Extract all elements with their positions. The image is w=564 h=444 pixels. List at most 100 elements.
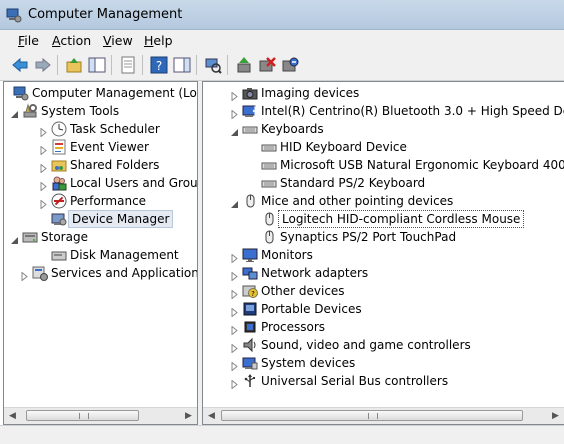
left-tree-item[interactable]: Services and Applications bbox=[4, 264, 197, 282]
collapsed-arrow-icon[interactable] bbox=[230, 268, 239, 282]
scroll-right-arrow-icon[interactable]: ▶ bbox=[180, 408, 197, 424]
menu-help[interactable]: Help bbox=[144, 33, 173, 48]
left-tree-item-label: Device Manager bbox=[68, 210, 174, 228]
menu-bar: File Action View Help bbox=[0, 30, 564, 50]
left-tree-item[interactable]: Computer Management (Local bbox=[4, 84, 197, 102]
back-arrow-icon[interactable] bbox=[11, 56, 29, 74]
scrollbar-thumb[interactable] bbox=[26, 410, 139, 421]
left-tree-item-label: Event Viewer bbox=[70, 140, 149, 154]
right-tree-item[interactable]: Standard PS/2 Keyboard bbox=[203, 174, 564, 192]
collapsed-arrow-icon[interactable] bbox=[230, 358, 239, 372]
left-tree-item[interactable]: Storage bbox=[4, 228, 197, 246]
toolbar: ? bbox=[0, 50, 564, 81]
update-driver-icon[interactable] bbox=[235, 56, 253, 74]
right-tree-item[interactable]: Synaptics PS/2 Port TouchPad bbox=[203, 228, 564, 246]
right-tree-item[interactable]: Portable Devices bbox=[203, 300, 564, 318]
toolbar-separator bbox=[57, 55, 58, 75]
left-tree-item[interactable]: Performance bbox=[4, 192, 197, 210]
right-tree-item-label: Microsoft USB Natural Ergonomic Keyboard… bbox=[280, 158, 564, 172]
left-tree-item[interactable]: Task Scheduler bbox=[4, 120, 197, 138]
grip-icon bbox=[368, 413, 378, 419]
collapsed-arrow-icon[interactable] bbox=[230, 106, 239, 120]
collapsed-arrow-icon[interactable] bbox=[230, 340, 239, 354]
toolbar-separator bbox=[227, 55, 228, 75]
collapsed-arrow-icon[interactable] bbox=[230, 88, 239, 102]
right-tree-item[interactable]: ? Other devices bbox=[203, 282, 564, 300]
grip-icon bbox=[78, 413, 89, 419]
right-tree-item[interactable]: Logitech HID-compliant Cordless Mouse bbox=[203, 210, 564, 228]
left-tree-item-label: Shared Folders bbox=[70, 158, 160, 172]
clock-icon bbox=[51, 121, 67, 137]
right-tree-item[interactable]: Keyboards bbox=[203, 120, 564, 138]
uninstall-device-icon[interactable] bbox=[258, 56, 276, 74]
speaker-icon bbox=[242, 337, 258, 353]
scroll-left-arrow-icon[interactable]: ◀ bbox=[4, 408, 21, 424]
left-tree-item[interactable]: Device Manager bbox=[4, 210, 197, 228]
mouse-icon bbox=[261, 229, 277, 245]
left-tree-item-label: Storage bbox=[41, 230, 88, 244]
left-tree-item[interactable]: Disk Management bbox=[4, 246, 197, 264]
expanded-arrow-icon[interactable] bbox=[230, 124, 239, 136]
right-tree-item-label: Universal Serial Bus controllers bbox=[261, 374, 449, 388]
help-icon[interactable]: ? bbox=[150, 56, 168, 74]
right-tree-item[interactable]: Universal Serial Bus controllers bbox=[203, 372, 564, 390]
console-tree-pane: ◀ ▶ Computer Management (Local System Too… bbox=[3, 81, 198, 425]
scroll-left-arrow-icon[interactable]: ◀ bbox=[203, 408, 220, 424]
collapsed-arrow-icon[interactable] bbox=[230, 286, 239, 300]
collapsed-arrow-icon[interactable] bbox=[39, 160, 48, 174]
right-horizontal-scrollbar[interactable]: ◀ ▶ bbox=[203, 407, 564, 424]
left-horizontal-scrollbar[interactable]: ◀ ▶ bbox=[4, 407, 197, 424]
right-tree-item[interactable]: System devices bbox=[203, 354, 564, 372]
menu-file[interactable]: File bbox=[18, 33, 39, 48]
collapsed-arrow-icon[interactable] bbox=[230, 250, 239, 264]
expanded-arrow-icon[interactable] bbox=[10, 232, 19, 244]
left-tree-item-label: System Tools bbox=[41, 104, 120, 118]
toolbar-separator bbox=[196, 55, 197, 75]
right-tree-item[interactable]: Sound, video and game controllers bbox=[203, 336, 564, 354]
left-tree-item[interactable]: Event Viewer bbox=[4, 138, 197, 156]
right-tree-item[interactable]: Monitors bbox=[203, 246, 564, 264]
collapsed-arrow-icon[interactable] bbox=[20, 268, 29, 282]
collapsed-arrow-icon[interactable] bbox=[230, 322, 239, 336]
expanded-arrow-icon[interactable] bbox=[230, 196, 239, 208]
right-tree-item-label: Processors bbox=[261, 320, 326, 334]
svg-text:?: ? bbox=[251, 290, 255, 298]
right-tree-item[interactable]: Mice and other pointing devices bbox=[203, 192, 564, 210]
right-tree-item[interactable]: HID Keyboard Device bbox=[203, 138, 564, 156]
disable-device-icon[interactable] bbox=[281, 56, 299, 74]
scrollbar-thumb[interactable] bbox=[221, 410, 523, 421]
expanded-arrow-icon[interactable] bbox=[10, 106, 19, 118]
right-tree-item[interactable]: Network adapters bbox=[203, 264, 564, 282]
up-folder-icon[interactable] bbox=[65, 56, 83, 74]
right-tree-item-label: Mice and other pointing devices bbox=[261, 194, 454, 208]
right-tree-item[interactable]: Microsoft USB Natural Ergonomic Keyboard… bbox=[203, 156, 564, 174]
right-tree-item[interactable]: Intel(R) Centrino(R) Bluetooth 3.0 + Hig… bbox=[203, 102, 564, 120]
forward-arrow-icon[interactable] bbox=[34, 56, 52, 74]
usb-icon bbox=[242, 373, 258, 389]
menu-label-rest: ile bbox=[24, 33, 39, 48]
collapsed-arrow-icon[interactable] bbox=[39, 142, 48, 156]
left-tree-item[interactable]: Local Users and Groups bbox=[4, 174, 197, 192]
left-tree-item-label: Performance bbox=[70, 194, 147, 208]
collapsed-arrow-icon[interactable] bbox=[39, 178, 48, 192]
menu-action[interactable]: Action bbox=[52, 33, 91, 48]
menu-view[interactable]: View bbox=[103, 33, 133, 48]
collapsed-arrow-icon[interactable] bbox=[39, 196, 48, 210]
scroll-right-arrow-icon[interactable]: ▶ bbox=[547, 408, 564, 424]
scan-hardware-icon[interactable] bbox=[204, 56, 222, 74]
device-tree-pane: ◀ ▶ Imaging devices Intel(R) Centrino(R) … bbox=[202, 81, 564, 425]
left-tree-item[interactable]: System Tools bbox=[4, 102, 197, 120]
unknown-device-icon: ? bbox=[242, 283, 258, 299]
left-tree-item[interactable]: Shared Folders bbox=[4, 156, 197, 174]
performance-icon bbox=[51, 193, 67, 209]
action-pane-icon[interactable] bbox=[173, 56, 191, 74]
collapsed-arrow-icon[interactable] bbox=[230, 304, 239, 318]
keyboard-icon bbox=[242, 121, 258, 137]
collapsed-arrow-icon[interactable] bbox=[39, 124, 48, 138]
right-tree-item[interactable]: Processors bbox=[203, 318, 564, 336]
right-tree-item[interactable]: Imaging devices bbox=[203, 84, 564, 102]
show-hide-tree-icon[interactable] bbox=[88, 56, 106, 74]
left-tree-item-label: Services and Applications bbox=[51, 266, 198, 280]
collapsed-arrow-icon[interactable] bbox=[230, 376, 239, 390]
properties-icon[interactable] bbox=[119, 56, 137, 74]
